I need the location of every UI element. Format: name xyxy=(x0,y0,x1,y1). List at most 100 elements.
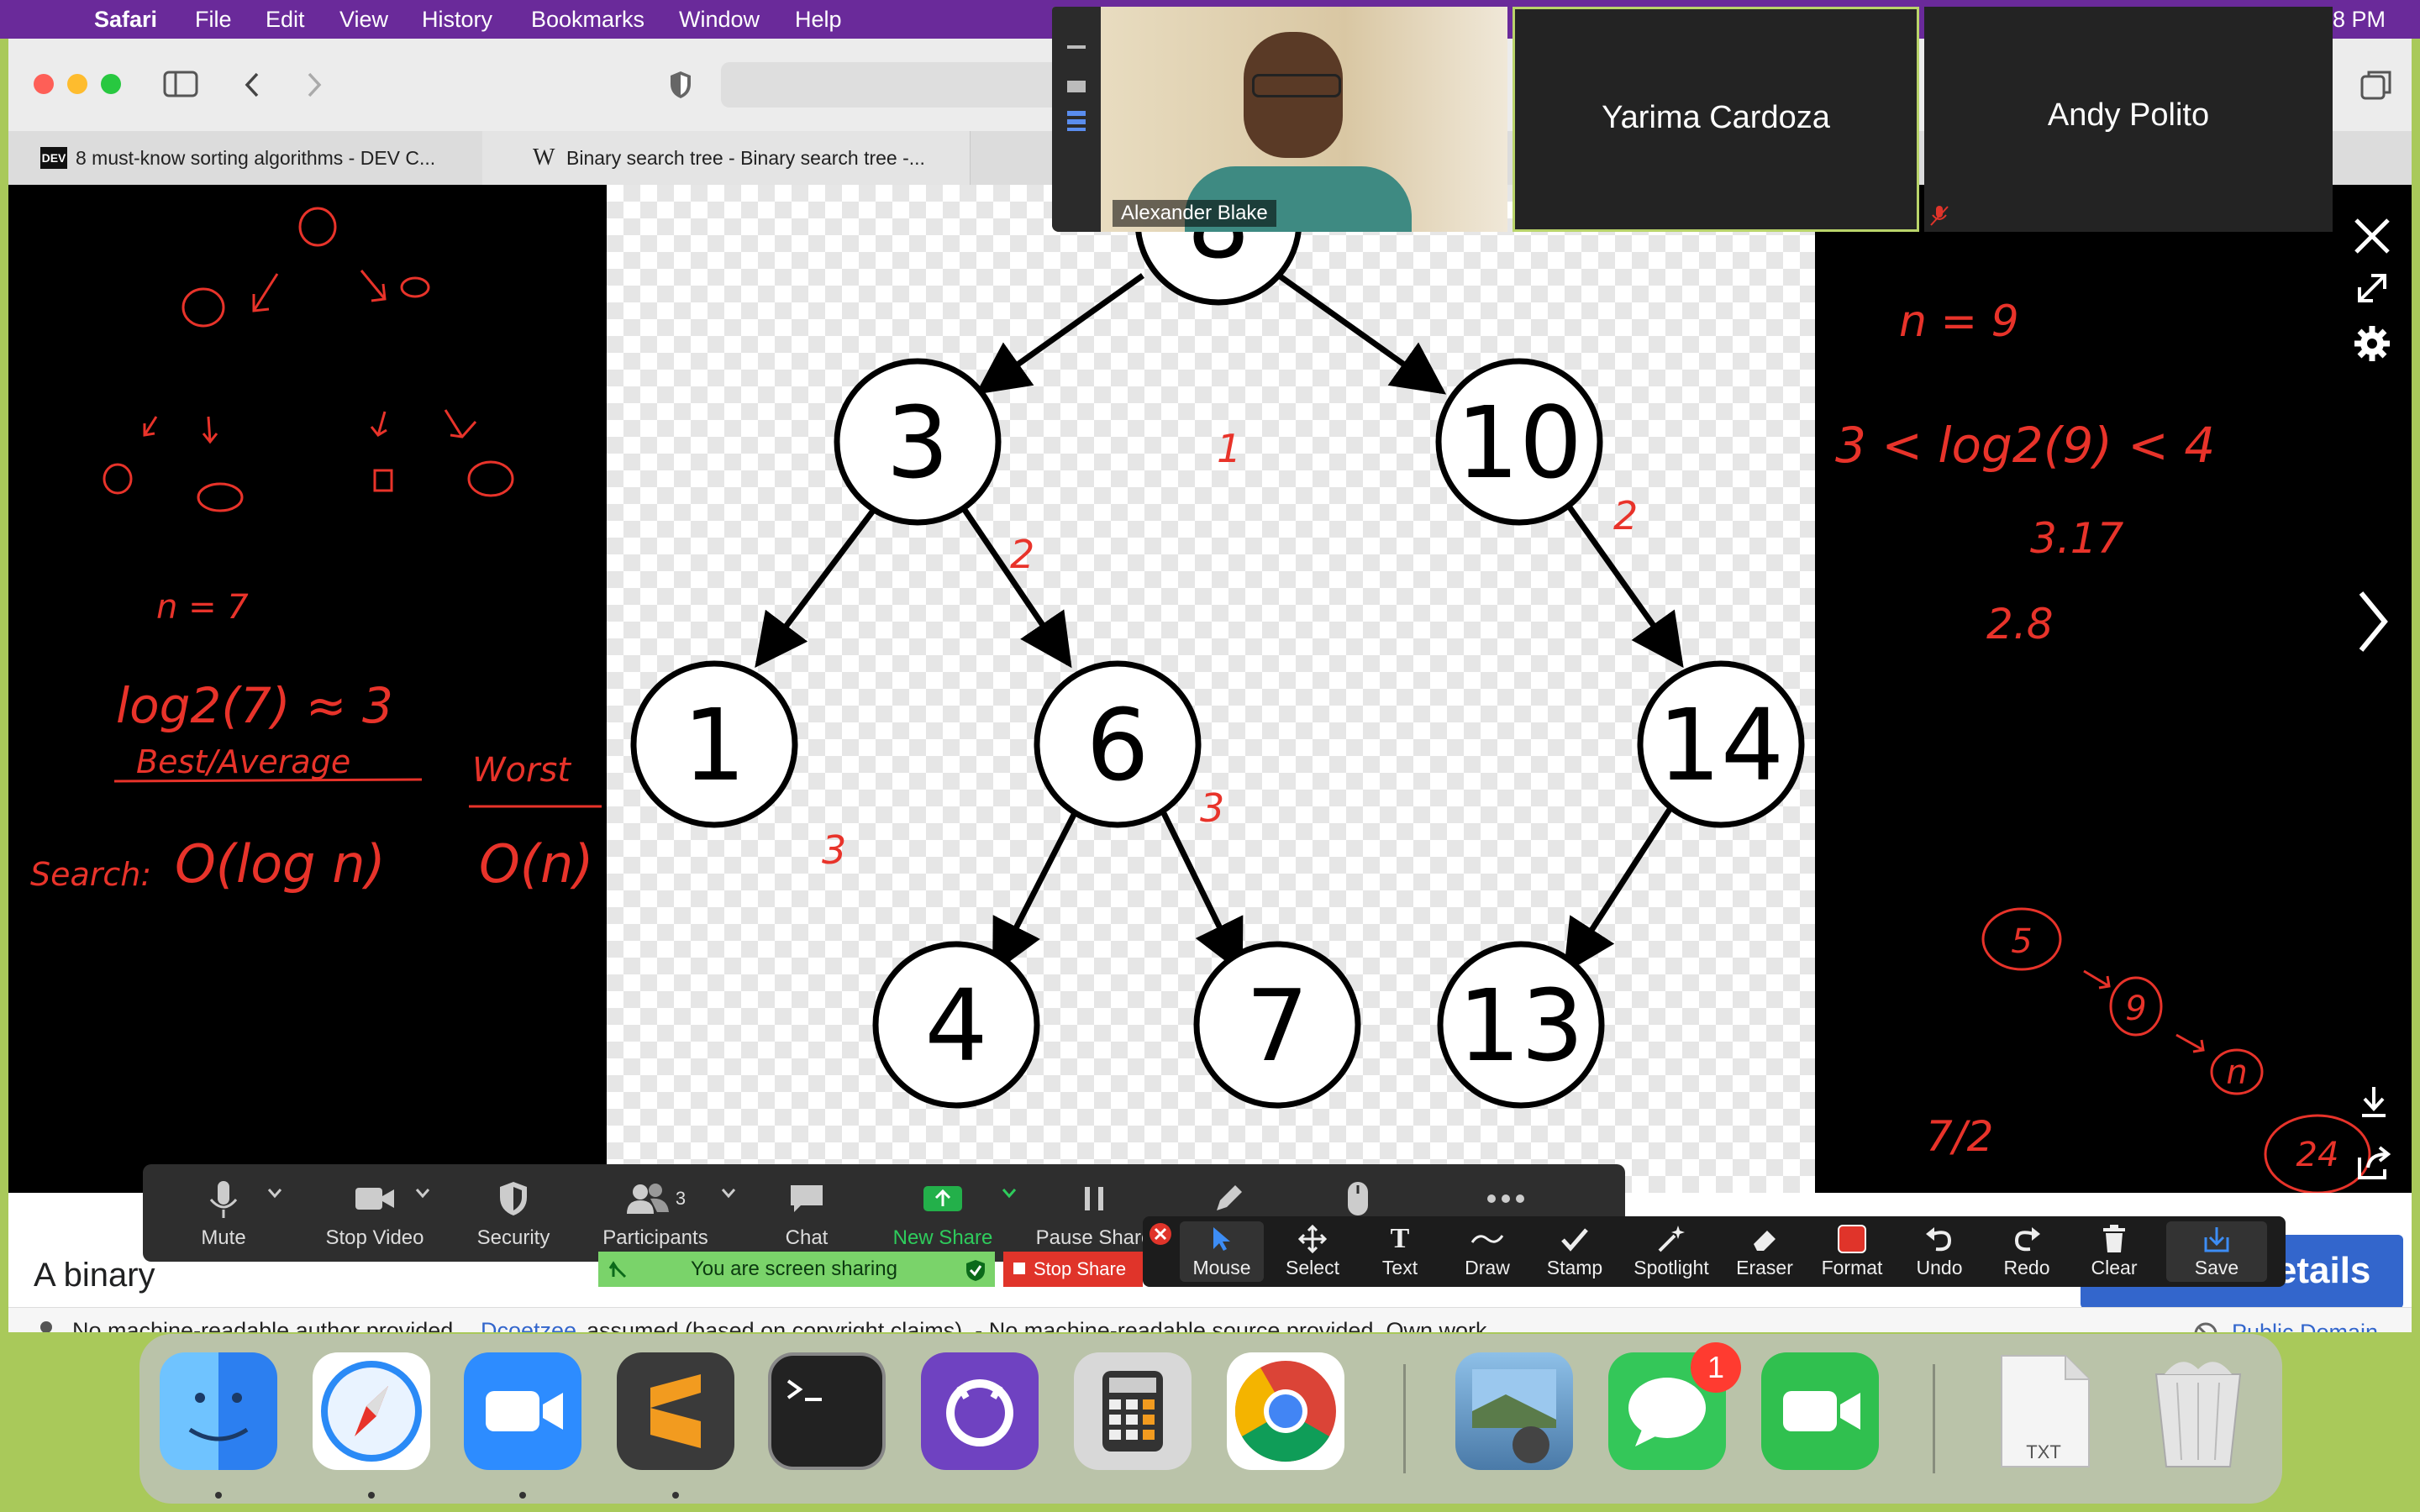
tool-draw[interactable]: Draw xyxy=(1445,1221,1529,1279)
finder-app-icon[interactable] xyxy=(160,1352,277,1470)
spotlight-wand-icon xyxy=(1658,1226,1685,1252)
chat-button[interactable]: Chat xyxy=(756,1176,857,1250)
tool-select[interactable]: Select xyxy=(1270,1221,1355,1279)
menu-window[interactable]: Window xyxy=(679,7,760,33)
menu-help[interactable]: Help xyxy=(795,7,842,33)
zoom-window-button[interactable] xyxy=(101,74,121,94)
zoom-app-icon[interactable] xyxy=(464,1352,581,1470)
security-button[interactable]: Security xyxy=(459,1176,568,1250)
tool-spotlight[interactable]: Spotlight xyxy=(1623,1221,1719,1279)
tool-text[interactable]: T Text xyxy=(1358,1221,1442,1279)
menu-app-name[interactable]: Safari xyxy=(94,7,157,33)
address-bar[interactable] xyxy=(721,62,1082,108)
pause-share-button[interactable]: Pause Share xyxy=(1035,1176,1153,1250)
minimize-strip-icon[interactable] xyxy=(1067,45,1086,49)
video-camera-icon xyxy=(355,1188,394,1210)
tab-overview-icon[interactable] xyxy=(2360,69,2393,102)
minimize-window-button[interactable] xyxy=(67,74,87,94)
tool-undo[interactable]: Undo xyxy=(1897,1221,1981,1279)
dock-divider xyxy=(1403,1364,1406,1473)
more-dots-icon xyxy=(1487,1194,1524,1203)
mute-button[interactable]: Mute xyxy=(173,1176,274,1250)
stop-video-label: Stop Video xyxy=(325,1226,424,1249)
left-handwriting: n = 7 log2(7) ≈ 3 Best/Average Worst Sea… xyxy=(30,207,602,895)
tab-dev-sorting[interactable]: DEV 8 must-know sorting algorithms - DEV… xyxy=(8,131,483,185)
circled-24-note: 24 xyxy=(2296,1136,2339,1174)
value-3-17-note: 3.17 xyxy=(2030,514,2124,563)
participants-icon xyxy=(626,1184,669,1214)
tool-mouse[interactable]: Mouse xyxy=(1180,1221,1264,1282)
safari-window: DEV 8 must-know sorting algorithms - DEV… xyxy=(8,39,2412,1332)
author-link[interactable]: Dcoetzee xyxy=(481,1318,576,1332)
participants-button[interactable]: 3 Participants xyxy=(588,1176,723,1250)
stop-square-icon xyxy=(1013,1263,1025,1274)
tool-redo[interactable]: Redo xyxy=(1985,1221,2069,1279)
redo-icon xyxy=(2014,1227,2040,1252)
tool-label: Spotlight xyxy=(1634,1257,1709,1278)
video-tile-andy[interactable]: Andy Polito xyxy=(1924,7,2333,232)
log-approx-note: log2(7) ≈ 3 xyxy=(116,677,393,734)
running-indicator xyxy=(519,1492,526,1499)
depth-mark: 2 xyxy=(1613,493,1638,538)
tool-format[interactable]: Format xyxy=(1810,1221,1894,1279)
download-icon[interactable] xyxy=(2360,1085,2388,1119)
gallery-view-icon[interactable] xyxy=(1067,111,1086,131)
tool-stamp[interactable]: Stamp xyxy=(1533,1221,1617,1279)
expand-icon[interactable] xyxy=(2353,269,2391,307)
more-button[interactable] xyxy=(1464,1176,1548,1221)
trash-icon xyxy=(2103,1225,2125,1252)
gear-icon[interactable] xyxy=(2353,324,2391,363)
calculator-app-icon[interactable] xyxy=(1074,1352,1192,1470)
value-2-8-note: 2.8 xyxy=(1986,600,2054,648)
forward-icon[interactable] xyxy=(302,71,326,99)
close-icon[interactable] xyxy=(2353,217,2391,255)
menu-view[interactable]: View xyxy=(339,7,388,33)
annotate-button[interactable] xyxy=(1178,1176,1279,1221)
safari-app-icon[interactable] xyxy=(313,1352,430,1470)
menu-history[interactable]: History xyxy=(422,7,492,33)
chevron-down-icon[interactable] xyxy=(719,1186,738,1201)
trash-app-icon[interactable] xyxy=(2139,1352,2257,1470)
chevron-down-icon[interactable] xyxy=(413,1186,432,1201)
article-heading: A binary xyxy=(34,1257,155,1294)
sublime-text-app-icon[interactable] xyxy=(617,1352,734,1470)
stop-share-button[interactable]: Stop Share xyxy=(1003,1252,1143,1287)
close-annotation-icon[interactable] xyxy=(1148,1221,1173,1247)
terminal-app-icon[interactable] xyxy=(768,1352,886,1470)
tab-wikipedia-bst[interactable]: W Binary search tree - Binary search tre… xyxy=(482,131,971,185)
chrome-app-icon[interactable] xyxy=(1227,1352,1344,1470)
security-label: Security xyxy=(476,1226,550,1249)
menu-edit[interactable]: Edit xyxy=(266,7,305,33)
tool-eraser[interactable]: Eraser xyxy=(1723,1221,1807,1279)
pause-icon xyxy=(1085,1187,1103,1210)
txt-file-icon[interactable]: TXT xyxy=(1985,1352,2102,1470)
chevron-down-icon[interactable] xyxy=(1000,1186,1018,1201)
sidebar-icon[interactable] xyxy=(163,71,198,97)
video-tile-alexander[interactable]: Alexander Blake xyxy=(1052,7,1507,232)
menu-file[interactable]: File xyxy=(195,7,232,33)
right-handwriting: n = 9 3 < log2(9) < 4 3.17 2.8 7/2 5 9 n… xyxy=(1835,297,2371,1193)
github-desktop-app-icon[interactable] xyxy=(921,1352,1039,1470)
tool-clear[interactable]: Clear xyxy=(2072,1221,2156,1279)
video-tile-yarima[interactable]: Yarima Cardoza xyxy=(1512,7,1919,232)
worst-note: Worst xyxy=(472,751,571,790)
tool-save[interactable]: Save xyxy=(2166,1221,2267,1282)
preview-app-icon[interactable] xyxy=(1455,1352,1573,1470)
chevron-down-icon[interactable] xyxy=(266,1186,284,1201)
remote-control-button[interactable] xyxy=(1316,1176,1400,1221)
new-share-button[interactable]: New Share xyxy=(884,1176,1002,1250)
back-icon[interactable] xyxy=(240,71,264,99)
n-equals-9-note: n = 9 xyxy=(1899,297,2019,347)
menu-bookmarks[interactable]: Bookmarks xyxy=(531,7,644,33)
page-content: n = 7 log2(7) ≈ 3 Best/Average Worst Sea… xyxy=(8,185,2412,1332)
license-link[interactable]: Public Domain xyxy=(2232,1320,2378,1332)
facetime-app-icon[interactable] xyxy=(1761,1352,1879,1470)
close-window-button[interactable] xyxy=(34,74,54,94)
participant-name: Andy Polito xyxy=(2047,97,2210,133)
share-icon[interactable] xyxy=(2356,1146,2391,1181)
participant-video xyxy=(1101,7,1507,232)
strip-view-icon[interactable] xyxy=(1067,81,1086,92)
shield-privacy-icon[interactable] xyxy=(667,69,694,101)
next-arrow-icon[interactable] xyxy=(2356,588,2390,655)
move-arrows-icon xyxy=(1298,1225,1327,1253)
